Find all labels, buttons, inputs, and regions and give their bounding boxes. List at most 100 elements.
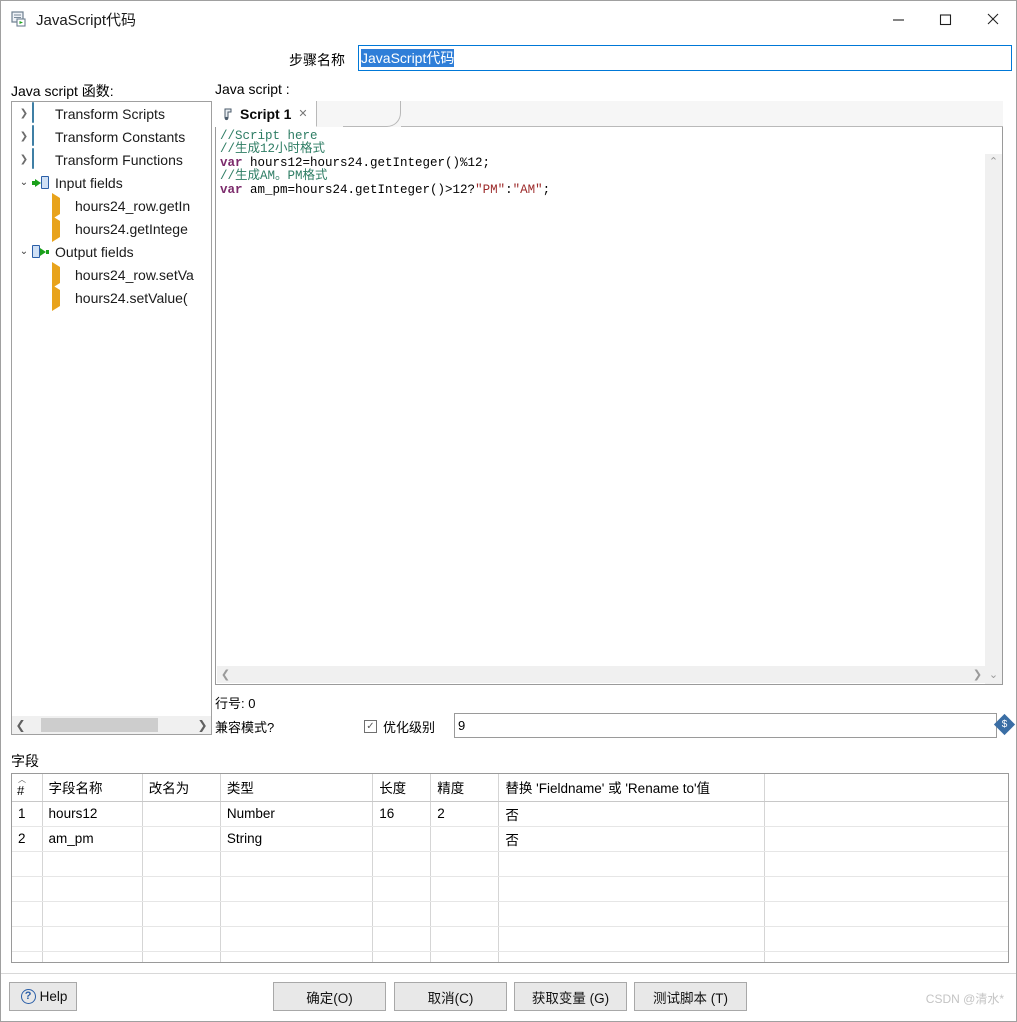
cell-extra[interactable] <box>764 926 1008 952</box>
cell-type[interactable] <box>220 876 374 902</box>
tree-item-transform-constants[interactable]: ❯ Transform Constants <box>12 124 211 148</box>
tree-item-hours24-row-setvalue[interactable]: hours24_row.setVa <box>12 261 211 288</box>
chevron-down-icon[interactable]: ⌄ <box>16 246 32 257</box>
chevron-right-icon[interactable]: ❯ <box>16 131 32 142</box>
cell-replace[interactable] <box>498 876 765 902</box>
scroll-up-icon[interactable]: ⌃ <box>985 154 1002 171</box>
cell-replace[interactable] <box>498 926 765 952</box>
column-header-precision[interactable]: 精度 <box>430 774 500 802</box>
column-header-replace[interactable]: 替换 'Fieldname' 或 'Rename to'值 <box>498 774 765 802</box>
cell-fieldname[interactable] <box>42 926 143 952</box>
cell-replace[interactable]: 否 <box>498 826 765 852</box>
column-header-rename[interactable]: 改名为 <box>142 774 221 802</box>
cell-fieldname[interactable]: hours12 <box>42 801 143 827</box>
fields-table[interactable]: ︿ # 字段名称 改名为 类型 长度 精度 替换 'Fieldname' 或 '… <box>11 773 1009 963</box>
scroll-right-icon[interactable]: ❯ <box>194 718 211 732</box>
optimization-level-checkbox-group[interactable]: ✓ 优化级别 <box>364 717 435 736</box>
cell-type[interactable] <box>220 926 374 952</box>
cell-precision[interactable] <box>430 901 500 927</box>
cell-rename[interactable] <box>142 951 221 962</box>
table-row[interactable]: 2 am_pm String 否 <box>12 826 1008 852</box>
get-variables-button[interactable]: 获取变量 (G) <box>514 982 627 1011</box>
cell-type[interactable]: String <box>220 826 374 852</box>
scroll-right-icon[interactable]: ❯ <box>969 668 986 681</box>
table-row[interactable] <box>12 876 1008 902</box>
tree-horizontal-scrollbar[interactable]: ❮ ❯ <box>12 716 211 734</box>
cell-rename[interactable] <box>142 826 221 852</box>
cell-rename[interactable] <box>142 876 221 902</box>
chevron-right-icon[interactable]: ❯ <box>16 154 32 165</box>
table-row[interactable] <box>12 926 1008 952</box>
chevron-right-icon[interactable]: ❯ <box>16 108 32 119</box>
cell-fieldname[interactable] <box>42 851 143 877</box>
column-header-index[interactable]: ︿ # <box>12 774 43 802</box>
column-header-type[interactable]: 类型 <box>220 774 374 802</box>
test-script-button[interactable]: 测试脚本 (T) <box>634 982 747 1011</box>
cell-length[interactable] <box>372 951 432 962</box>
optimization-checkbox[interactable]: ✓ <box>364 720 377 733</box>
cell-replace[interactable] <box>498 951 765 962</box>
cell-precision[interactable] <box>430 926 500 952</box>
close-button[interactable] <box>969 1 1016 37</box>
maximize-button[interactable] <box>922 1 969 37</box>
cell-extra[interactable] <box>764 801 1008 827</box>
step-name-input[interactable]: JavaScript代码 <box>358 45 1012 71</box>
ok-button[interactable]: 确定(O) <box>273 982 386 1011</box>
cell-rename[interactable] <box>142 851 221 877</box>
help-button[interactable]: ? Help <box>9 982 77 1011</box>
cell-type[interactable] <box>220 851 374 877</box>
cell-fieldname[interactable]: am_pm <box>42 826 143 852</box>
cell-extra[interactable] <box>764 901 1008 927</box>
cell-length[interactable] <box>372 826 432 852</box>
scroll-left-icon[interactable]: ❮ <box>217 668 234 681</box>
table-row[interactable]: 1 hours12 Number 16 2 否 <box>12 801 1008 827</box>
tree-item-transform-functions[interactable]: ❯ Transform Functions <box>12 147 211 171</box>
scroll-track[interactable] <box>29 716 194 734</box>
cell-length[interactable] <box>372 876 432 902</box>
cell-precision[interactable] <box>430 851 500 877</box>
cell-rename[interactable] <box>142 801 221 827</box>
cell-precision[interactable]: 2 <box>430 801 500 827</box>
code-text-area[interactable]: //Script here //生成12小时格式 var hours12=hou… <box>215 127 1003 685</box>
tree-item-hours24-row-getinteger[interactable]: hours24_row.getIn <box>12 192 211 219</box>
cell-type[interactable]: Number <box>220 801 374 827</box>
cell-rename[interactable] <box>142 901 221 927</box>
cell-fieldname[interactable] <box>42 876 143 902</box>
tree-item-transform-scripts[interactable]: ❯ Transform Scripts <box>12 102 211 125</box>
scroll-down-icon[interactable]: ⌄ <box>985 667 1002 684</box>
tab-script-1[interactable]: Script 1 ✕ <box>215 101 317 127</box>
table-row[interactable] <box>12 901 1008 927</box>
column-header-length[interactable]: 长度 <box>372 774 432 802</box>
column-header-extra[interactable] <box>764 774 1008 802</box>
tree-item-hours24-getinteger[interactable]: hours24.getIntege <box>12 215 211 242</box>
cell-precision[interactable] <box>430 826 500 852</box>
cell-replace[interactable]: 否 <box>498 801 765 827</box>
table-row[interactable] <box>12 951 1008 962</box>
cell-fieldname[interactable] <box>42 951 143 962</box>
cancel-button[interactable]: 取消(C) <box>394 982 507 1011</box>
cell-rename[interactable] <box>142 926 221 952</box>
cell-type[interactable] <box>220 951 374 962</box>
chevron-down-icon[interactable]: ⌄ <box>16 177 32 188</box>
cell-length[interactable] <box>372 926 432 952</box>
editor-horizontal-scrollbar[interactable]: ❮ ❯ <box>217 666 986 683</box>
cell-extra[interactable] <box>764 851 1008 877</box>
cell-length[interactable]: 16 <box>372 801 432 827</box>
cell-extra[interactable] <box>764 826 1008 852</box>
cell-length[interactable] <box>372 901 432 927</box>
optimization-level-input[interactable]: 9 <box>454 713 997 738</box>
scroll-left-icon[interactable]: ❮ <box>12 718 29 732</box>
tree-item-output-fields[interactable]: ⌄ Output fields <box>12 240 211 263</box>
cell-replace[interactable] <box>498 851 765 877</box>
minimize-button[interactable] <box>875 1 922 37</box>
cell-replace[interactable] <box>498 901 765 927</box>
cell-type[interactable] <box>220 901 374 927</box>
table-row[interactable] <box>12 851 1008 877</box>
cell-fieldname[interactable] <box>42 901 143 927</box>
column-header-fieldname[interactable]: 字段名称 <box>42 774 143 802</box>
tree-item-input-fields[interactable]: ⌄ Input fields <box>12 171 211 194</box>
variable-diamond-icon[interactable] <box>993 713 1016 736</box>
cell-precision[interactable] <box>430 876 500 902</box>
close-icon[interactable]: ✕ <box>298 107 307 120</box>
editor-vertical-scrollbar[interactable]: ⌃ ⌄ <box>985 154 1002 684</box>
